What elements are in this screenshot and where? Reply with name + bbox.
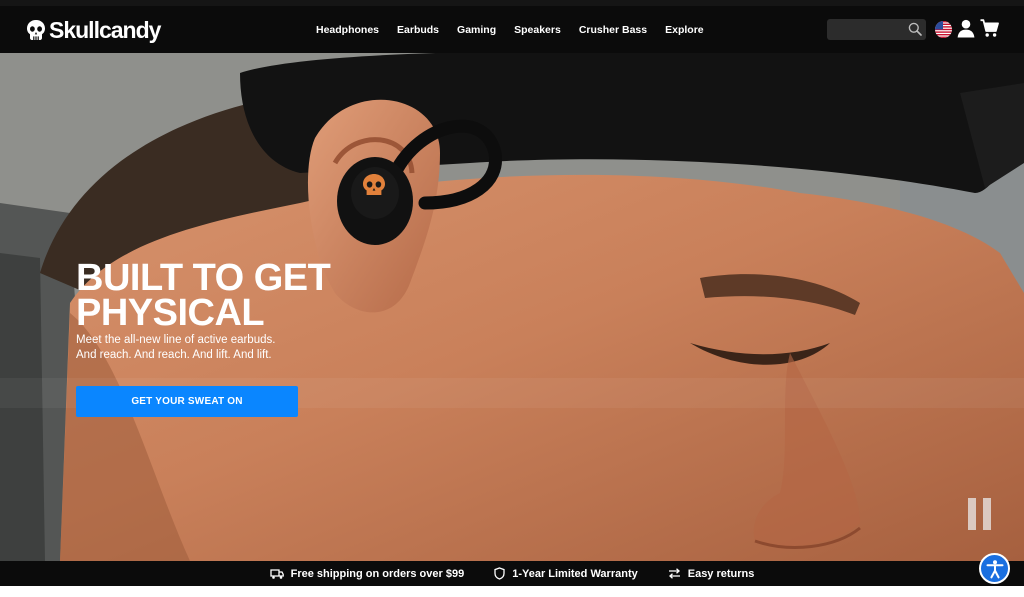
promo-shipping: Free shipping on orders over $99 <box>269 567 465 580</box>
nav-item-headphones[interactable]: Headphones <box>307 24 388 36</box>
nav-item-speakers[interactable]: Speakers <box>505 24 570 36</box>
truck-icon <box>269 568 284 579</box>
search-icon[interactable] <box>908 22 922 41</box>
promo-shipping-text: Free shipping on orders over $99 <box>290 567 465 580</box>
nav-item-gaming[interactable]: Gaming <box>448 24 505 36</box>
skull-icon <box>27 20 45 40</box>
site-header: Skullcandy Headphones Earbuds Gaming Spe… <box>0 6 1024 53</box>
cart-icon[interactable] <box>980 19 999 43</box>
promo-returns: Easy returns <box>668 567 755 580</box>
page-bottom <box>0 586 1024 597</box>
get-your-sweat-on-button[interactable]: GET YOUR SWEAT ON <box>76 386 298 417</box>
user-icon[interactable] <box>957 19 975 43</box>
hero-copy: BUILT TO GET PHYSICAL Meet the all-new l… <box>76 257 406 363</box>
us-flag-icon[interactable] <box>935 21 952 38</box>
nav-item-explore[interactable]: Explore <box>656 24 713 36</box>
returns-arrows-icon <box>668 568 680 579</box>
hero-subtitle-line-2: And reach. And reach. And lift. And lift… <box>76 349 272 361</box>
promo-bar: Free shipping on orders over $99 1-Year … <box>0 561 1024 586</box>
hero-title: BUILT TO GET PHYSICAL <box>76 257 331 334</box>
main-nav: Headphones Earbuds Gaming Speakers Crush… <box>307 6 713 53</box>
promo-warranty-text: 1-Year Limited Warranty <box>512 567 638 580</box>
search-input[interactable] <box>833 21 905 38</box>
shield-icon <box>494 567 505 580</box>
search-box <box>827 19 926 40</box>
hero-subtitle-line-1: Meet the all-new line of active earbuds. <box>76 334 276 346</box>
nav-item-crusher-bass[interactable]: Crusher Bass <box>570 24 656 36</box>
hero-banner: BUILT TO GET PHYSICAL Meet the all-new l… <box>0 53 1024 561</box>
brand-logo[interactable]: Skullcandy <box>26 16 161 44</box>
page: Skullcandy Headphones Earbuds Gaming Spe… <box>0 0 1024 597</box>
brand-wordmark: Skullcandy <box>49 16 161 43</box>
pause-icon[interactable] <box>968 498 993 530</box>
accessibility-icon[interactable] <box>979 553 1010 584</box>
promo-warranty: 1-Year Limited Warranty <box>494 567 638 580</box>
nav-item-earbuds[interactable]: Earbuds <box>388 24 448 36</box>
promo-returns-text: Easy returns <box>687 567 755 580</box>
